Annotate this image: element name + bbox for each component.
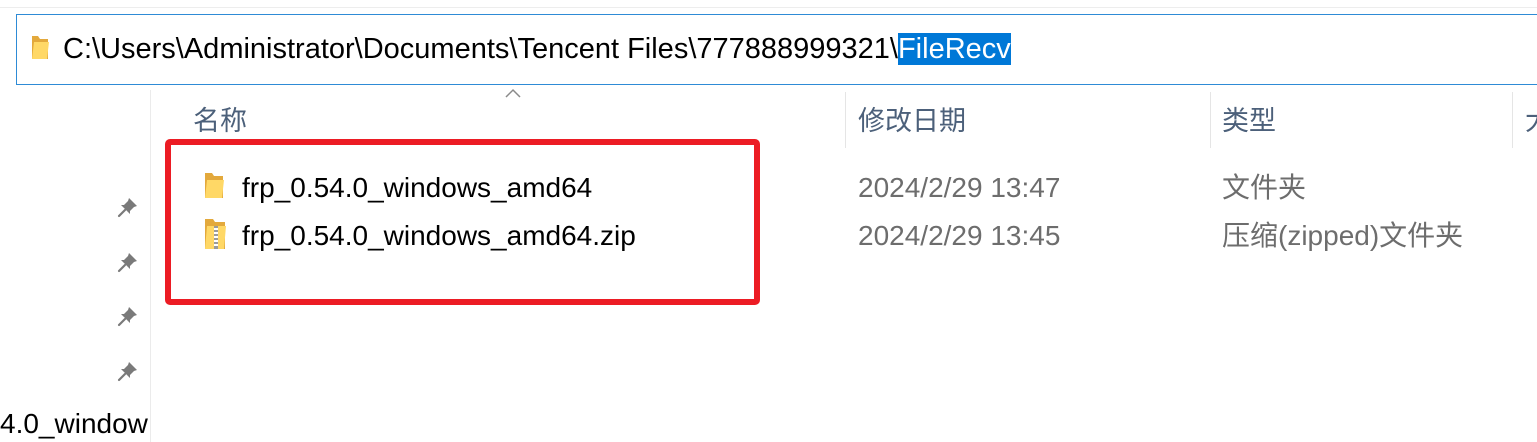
file-modified-date: 2024/2/29 13:45 <box>858 220 1061 251</box>
file-name: frp_0.54.0_windows_amd64.zip <box>242 220 636 251</box>
file-type: 压缩(zipped)文件夹 <box>1222 220 1464 251</box>
nav-item-label[interactable]: 4.0_window <box>0 407 148 441</box>
column-header-modified[interactable]: 修改日期 <box>858 104 966 138</box>
chevron-up-icon <box>505 88 521 98</box>
address-path-selected: FileRecv <box>897 33 1011 65</box>
column-resize-handle[interactable] <box>1210 92 1211 148</box>
column-resize-handle[interactable] <box>845 92 846 148</box>
address-bar-input[interactable]: C:\Users\Administrator\Documents\Tencent… <box>16 14 1537 85</box>
pin-icon[interactable] <box>117 360 139 382</box>
pin-icon[interactable] <box>117 196 139 218</box>
file-row[interactable]: frp_0.54.0_windows_amd64.zip 2024/2/29 1… <box>155 214 1537 258</box>
pin-icon[interactable] <box>117 251 139 273</box>
file-modified-date: 2024/2/29 13:47 <box>858 172 1061 203</box>
file-row[interactable]: frp_0.54.0_windows_amd64 2024/2/29 13:47… <box>155 166 1537 210</box>
file-name: frp_0.54.0_windows_amd64 <box>242 172 593 203</box>
zip-folder-icon <box>205 219 226 249</box>
column-resize-handle[interactable] <box>1512 92 1513 148</box>
column-header-name[interactable]: 名称 <box>193 104 247 138</box>
address-path: C:\Users\Administrator\Documents\Tencent… <box>63 32 1011 66</box>
folder-icon <box>205 173 224 198</box>
ribbon-bottom-border <box>0 7 1537 8</box>
file-type: 文件夹 <box>1222 172 1307 203</box>
folder-icon <box>32 36 49 59</box>
column-header-size[interactable]: 大 <box>1525 104 1537 138</box>
address-path-prefix: C:\Users\Administrator\Documents\Tencent… <box>63 33 898 65</box>
pin-icon[interactable] <box>117 305 139 327</box>
column-header-type[interactable]: 类型 <box>1222 104 1276 138</box>
nav-pane-separator[interactable] <box>150 90 151 442</box>
